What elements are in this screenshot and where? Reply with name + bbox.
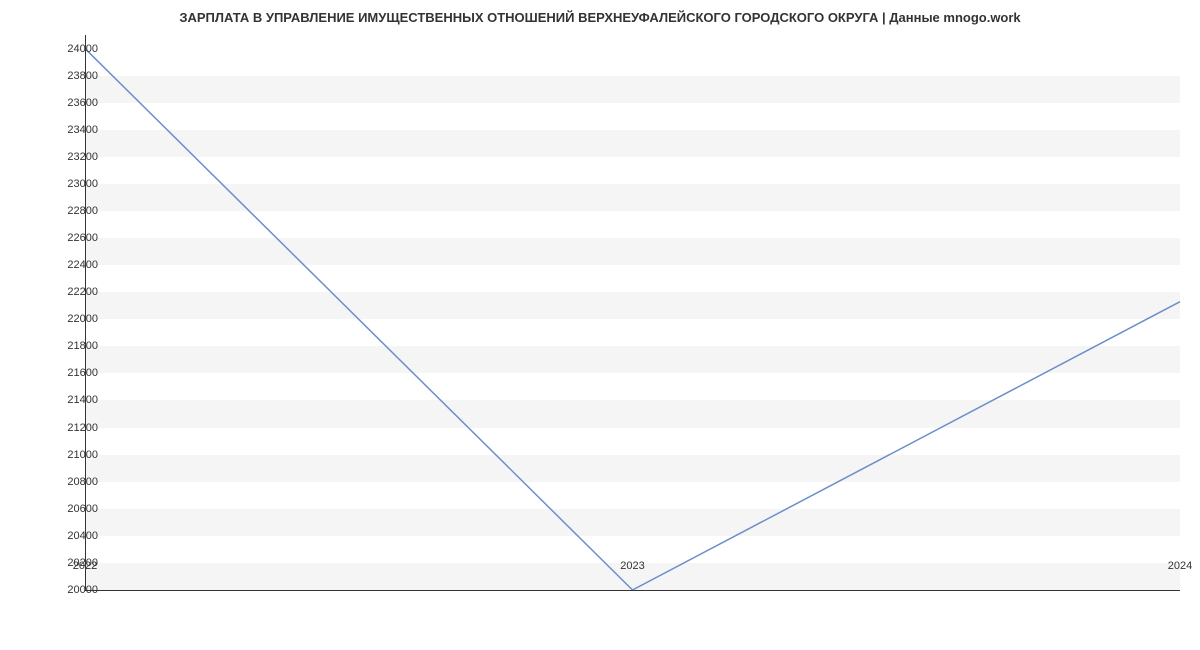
- y-tick-label: 23200: [48, 151, 98, 163]
- x-tick-label: 2024: [1168, 560, 1192, 572]
- salary-line: [85, 49, 1180, 590]
- y-tick-label: 20600: [48, 503, 98, 515]
- chart-title: ЗАРПЛАТА В УПРАВЛЕНИЕ ИМУЩЕСТВЕННЫХ ОТНО…: [0, 0, 1200, 30]
- y-tick-label: 21800: [48, 340, 98, 352]
- y-tick-label: 22600: [48, 232, 98, 244]
- y-tick-label: 23000: [48, 178, 98, 190]
- chart-plot-area: [85, 35, 1180, 590]
- x-axis: [85, 590, 1180, 591]
- x-tick-label: 2022: [73, 560, 97, 572]
- y-tick-label: 24000: [48, 43, 98, 55]
- x-tick-label: 2023: [620, 560, 644, 572]
- y-tick-label: 22400: [48, 259, 98, 271]
- y-tick-label: 22200: [48, 286, 98, 298]
- y-tick-label: 22000: [48, 313, 98, 325]
- y-tick-label: 20400: [48, 530, 98, 542]
- y-tick-label: 21400: [48, 394, 98, 406]
- y-tick-label: 23600: [48, 97, 98, 109]
- y-tick-label: 23800: [48, 70, 98, 82]
- y-tick-label: 23400: [48, 124, 98, 136]
- y-tick-label: 21200: [48, 422, 98, 434]
- y-tick-label: 20800: [48, 476, 98, 488]
- y-tick-label: 21000: [48, 449, 98, 461]
- y-tick-label: 21600: [48, 367, 98, 379]
- y-tick-label: 20000: [48, 584, 98, 596]
- y-tick-label: 22800: [48, 205, 98, 217]
